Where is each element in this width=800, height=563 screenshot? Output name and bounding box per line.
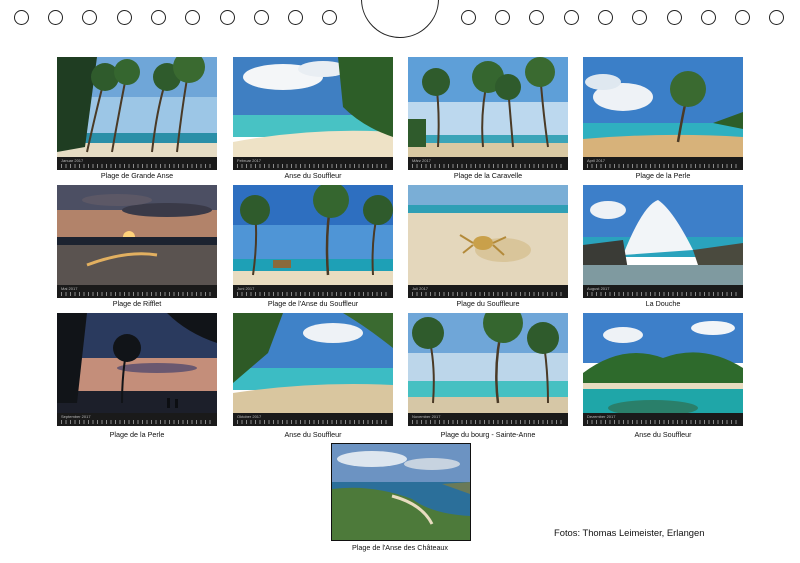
month-label: März 2017: [412, 158, 431, 163]
photo-anse-souffleur-3: Oktober 2017: [233, 313, 393, 426]
photo-rifflet: Mai 2017: [57, 185, 217, 298]
caption-anse-des-chateaux: Plage de l'Anse des Châteaux: [351, 543, 449, 552]
hanger-cutout: [361, 0, 439, 38]
month-label: Februar 2017: [237, 158, 262, 163]
binding-hole: [701, 10, 716, 25]
photo-la-perle-2: September 2017: [57, 313, 217, 426]
binding-hole: [220, 10, 235, 25]
binding-hole: [632, 10, 647, 25]
binding-hole: [735, 10, 750, 25]
binding-hole: [769, 10, 784, 25]
month-label: September 2017: [61, 414, 91, 419]
caption-anse-souffleur-1: Anse du Souffleur: [284, 171, 342, 180]
caption-anse-souffleur-2: Plage de l'Anse du Souffleur: [267, 299, 359, 308]
binding-hole: [461, 10, 476, 25]
binding-hole: [288, 10, 303, 25]
binding-hole: [151, 10, 166, 25]
binding-hole: [254, 10, 269, 25]
month-label: Januar 2017: [61, 158, 84, 163]
photo-anse-souffleur-2: Juni 2017: [233, 185, 393, 298]
month-label: Oktober 2017: [237, 414, 262, 419]
month-label: August 2017: [587, 286, 610, 291]
binding-hole: [495, 10, 510, 25]
binding-hole: [185, 10, 200, 25]
binding-hole: [598, 10, 613, 25]
caption-rifflet: Plage de Rifflet: [112, 299, 162, 308]
binding-hole: [564, 10, 579, 25]
month-label: Juli 2017: [412, 286, 429, 291]
caption-la-perle-1: Plage de la Perle: [635, 171, 691, 180]
binding-hole: [48, 10, 63, 25]
caption-anse-souffleur-4: Anse du Souffleur: [634, 430, 692, 439]
binding-hole: [14, 10, 29, 25]
month-label: April 2017: [587, 158, 606, 163]
photo-credit: Fotos: Thomas Leimeister, Erlangen: [554, 527, 705, 538]
photo-souffleure-crab: Juli 2017: [408, 185, 568, 298]
month-label: Juni 2017: [237, 286, 255, 291]
photo-grande-anse: Januar 2017: [57, 57, 217, 170]
photo-anse-des-chateaux: [331, 443, 471, 541]
binding-hole: [322, 10, 337, 25]
month-label: Dezember 2017: [587, 414, 616, 419]
caption-grande-anse: Plage de Grande Anse: [100, 171, 174, 180]
caption-souffleure: Plage du Souffleure: [456, 299, 520, 308]
photo-caravelle: März 2017: [408, 57, 568, 170]
caption-caravelle: Plage de la Caravelle: [453, 171, 523, 180]
photo-la-douche: August 2017: [583, 185, 743, 298]
binding-hole: [82, 10, 97, 25]
binding-hole: [117, 10, 132, 25]
month-label: November 2017: [412, 414, 441, 419]
photo-bourg-sainte-anne: November 2017: [408, 313, 568, 426]
caption-bourg-sainte-anne: Plage du bourg - Sainte-Anne: [440, 430, 536, 439]
month-label: Mai 2017: [61, 286, 78, 291]
photo-anse-souffleur-1: Februar 2017: [233, 57, 393, 170]
photo-anse-souffleur-4: Dezember 2017: [583, 313, 743, 426]
photo-la-perle-1: April 2017: [583, 57, 743, 170]
binding-hole: [667, 10, 682, 25]
caption-la-perle-2: Plage de la Perle: [109, 430, 165, 439]
caption-anse-souffleur-3: Anse du Souffleur: [284, 430, 342, 439]
caption-la-douche: La Douche: [645, 299, 681, 308]
binding-hole: [529, 10, 544, 25]
